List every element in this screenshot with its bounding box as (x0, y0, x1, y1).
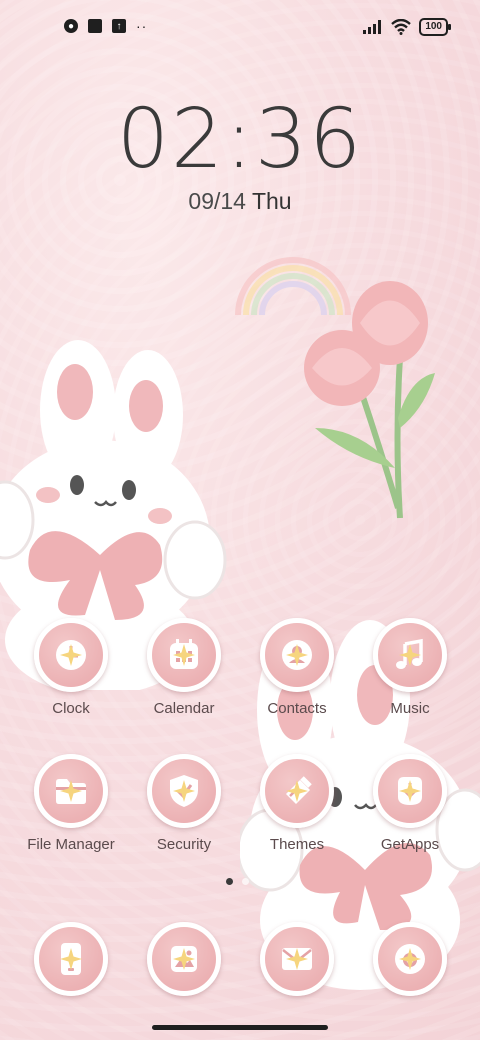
camera-icon (373, 922, 447, 996)
mail-icon (260, 922, 334, 996)
app-contacts[interactable]: Contacts (242, 618, 352, 717)
app-music[interactable]: Music (355, 618, 465, 717)
clock-icon (34, 618, 108, 692)
contacts-icon (260, 618, 334, 692)
date-text: 09/14 (188, 188, 246, 214)
status-bar: ● ↑ ·· 100 (0, 14, 480, 42)
dock-camera[interactable] (355, 922, 465, 996)
sparkle-icon (399, 948, 421, 970)
shield-icon (147, 754, 221, 828)
system-icons: 100 (363, 18, 451, 36)
sparkle-icon (399, 780, 421, 802)
app-getapps[interactable]: GetApps (355, 754, 465, 853)
download-icon (373, 754, 447, 828)
clock-widget-time[interactable]: 02:36 (0, 92, 480, 187)
square-notification-icon (88, 19, 102, 33)
app-file-manager[interactable]: File Manager (16, 754, 126, 853)
tulip-decoration (304, 281, 435, 519)
sparkle-icon (60, 780, 82, 802)
weekday-text: Thu (251, 188, 292, 214)
gallery-icon (147, 922, 221, 996)
page-indicator[interactable] (226, 878, 249, 885)
sparkle-icon (60, 644, 82, 666)
app-label: Clock (52, 700, 90, 717)
dock-gallery[interactable] (129, 922, 239, 996)
notification-icons: ● ↑ ·· (64, 18, 147, 34)
home-indicator[interactable] (152, 1025, 328, 1030)
sparkle-icon (60, 948, 82, 970)
app-label: Contacts (267, 700, 327, 717)
phone-icon (34, 922, 108, 996)
app-label: Calendar (153, 700, 215, 717)
sparkle-icon (173, 948, 195, 970)
signal-icon (363, 20, 382, 34)
wifi-icon (391, 19, 412, 35)
sparkle-icon (286, 780, 308, 802)
folder-icon (34, 754, 108, 828)
sparkle-icon (286, 948, 308, 970)
page-dot-active[interactable] (226, 878, 233, 885)
sparkle-icon (173, 780, 195, 802)
sparkle-icon (173, 644, 195, 666)
app-label: Security (156, 836, 212, 853)
app-calendar[interactable]: Calendar (129, 618, 239, 717)
app-notification-icon: ● (64, 19, 78, 33)
app-label: Themes (269, 836, 325, 853)
sparkle-icon (286, 644, 308, 666)
dock-phone[interactable] (16, 922, 126, 996)
dock-mail[interactable] (242, 922, 352, 996)
page-dot[interactable] (242, 878, 249, 885)
app-themes[interactable]: Themes (242, 754, 352, 853)
battery-icon: 100 (419, 18, 451, 36)
app-security[interactable]: Security (129, 754, 239, 853)
more-notifications-icon: ·· (136, 18, 148, 34)
music-icon (373, 618, 447, 692)
clock-widget-date[interactable]: 09/14 Thu (0, 188, 480, 215)
upload-notification-icon: ↑ (112, 19, 126, 33)
home-screen: ● ↑ ·· 100 02:36 09/14 Thu Clock Calenda… (0, 0, 480, 1040)
brush-icon (260, 754, 334, 828)
calendar-icon (147, 618, 221, 692)
app-label: Music (390, 700, 430, 717)
sparkle-icon (399, 644, 421, 666)
app-label: File Manager (27, 836, 115, 853)
app-label: GetApps (380, 836, 440, 853)
app-clock[interactable]: Clock (16, 618, 126, 717)
